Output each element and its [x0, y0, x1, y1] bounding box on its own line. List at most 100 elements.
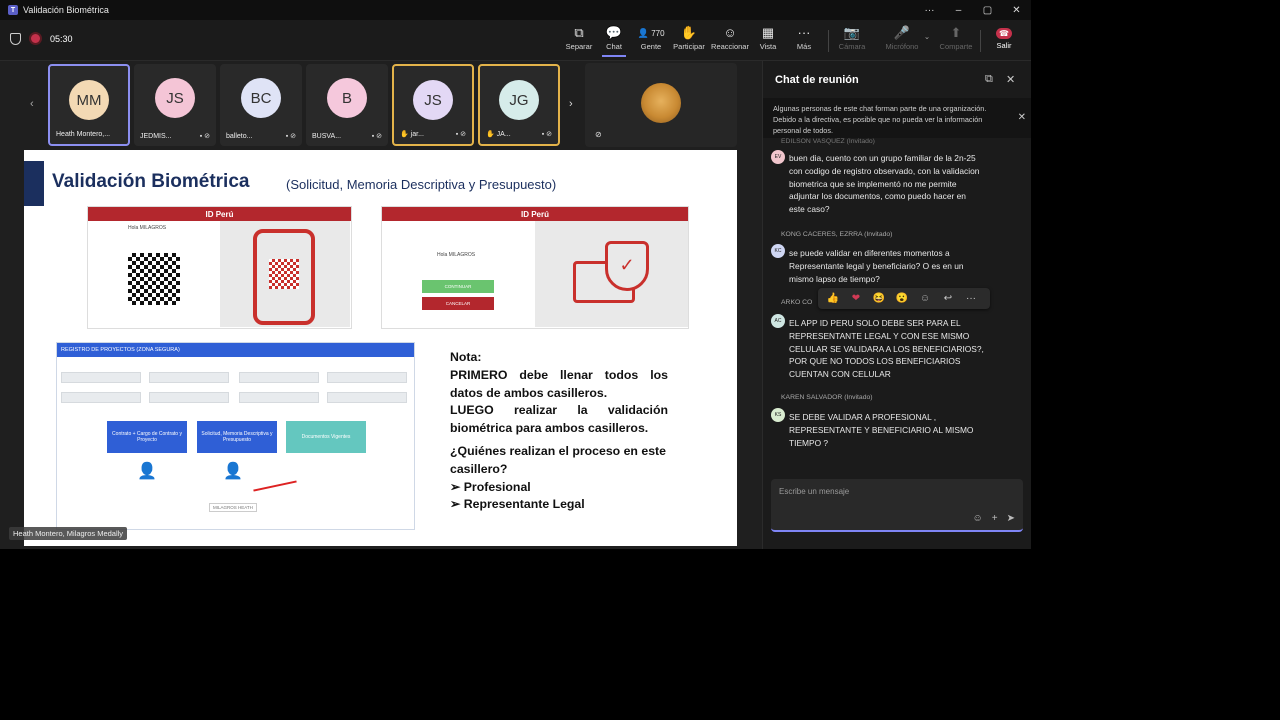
phone-hangup-icon: ☎	[996, 28, 1012, 39]
mic-muted-icon: ▪ ⊘	[371, 133, 382, 140]
ellipsis-icon: ···	[797, 25, 811, 40]
reply-icon[interactable]: ↩	[939, 293, 957, 304]
people-count: 770	[651, 29, 665, 38]
note-title: Nota:	[450, 350, 482, 364]
popout-button[interactable]: ⧉ Separar	[561, 24, 597, 51]
red-arrow	[253, 480, 297, 492]
form-field	[149, 372, 229, 383]
recording-icon	[29, 32, 42, 45]
microphone-icon: 🎤	[893, 25, 911, 40]
emoji-icon[interactable]: ☺	[973, 513, 983, 524]
bullet-item: ➢ Representante Legal	[450, 497, 585, 512]
window-title: Validación Biométrica	[23, 5, 109, 15]
qr-code	[128, 253, 180, 305]
chat-icon: 💬	[605, 25, 623, 40]
chat-panel: Chat de reunión ⧉ ✕ Algunas personas de …	[762, 61, 1031, 549]
avatar: BC	[241, 78, 281, 118]
close-window-button[interactable]: ✕	[1002, 5, 1031, 16]
app-screen-validation: ID Perú Hola MILAGROS CONTINUAR CANCELAR…	[381, 206, 689, 329]
form-field	[239, 372, 319, 383]
participant-name: balleto...	[226, 133, 253, 140]
send-icon[interactable]: ➤	[1007, 513, 1015, 524]
banner-text: Algunas personas de este chat forman par…	[773, 104, 987, 135]
tiles-prev-chevron-icon[interactable]: ‹	[30, 98, 34, 110]
maximize-button[interactable]: ▢	[973, 5, 1002, 16]
shared-slide: Validación Biométrica (Solicitud, Memori…	[24, 150, 737, 546]
close-chat-icon[interactable]: ✕	[1006, 73, 1015, 86]
chat-button[interactable]: 💬 Chat	[596, 24, 632, 57]
share-button[interactable]: ⬆ Comparte	[937, 24, 975, 51]
id-illustration: ✓	[535, 221, 688, 327]
avatar: KC	[771, 244, 785, 258]
leave-button[interactable]: ☎ Salir	[985, 25, 1023, 55]
minimize-button[interactable]: –	[944, 5, 973, 16]
teams-window: T Validación Biométrica ··· – ▢ ✕ 05:30 …	[0, 0, 1031, 549]
arrow-bullet-icon: ➢	[450, 479, 464, 494]
idperu-header: ID Perú	[88, 207, 351, 221]
more-options-icon[interactable]: ···	[915, 5, 944, 16]
toolbar-divider	[980, 30, 981, 52]
heart-icon[interactable]: ❤	[847, 293, 865, 304]
raise-hand-button[interactable]: ✋ Participar	[671, 24, 707, 51]
mic-options-chevron-icon[interactable]: ⌄	[920, 32, 934, 41]
mic-muted-icon: ▪ ⊘	[199, 133, 210, 140]
registration-header: REGISTRO DE PROYECTOS (ZONA SEGURA)	[57, 343, 414, 357]
participant-tile[interactable]: JS ✋ jar... ▪ ⊘	[392, 64, 474, 146]
message-author: EDILSON VASQUEZ (Invitado)	[781, 138, 875, 145]
add-reaction-icon[interactable]: ☺	[916, 293, 934, 304]
chat-title: Chat de reunión	[775, 74, 859, 86]
camera-button[interactable]: 📷 Cámara	[834, 24, 870, 51]
person-icon: 👤	[137, 463, 157, 480]
camera-icon: 📷	[843, 25, 861, 40]
self-video-tile[interactable]: ⊘	[585, 63, 737, 147]
plus-icon[interactable]: +	[992, 513, 998, 524]
participant-name: Heath Montero,...	[56, 131, 111, 138]
continue-button: CONTINUAR	[422, 280, 494, 293]
note-question: ¿Quiénes realizan el proceso en este cas…	[450, 443, 666, 476]
view-button[interactable]: ▦ Vista	[750, 24, 786, 51]
slide-note: Nota: PRIMERO debe llenar todos los dato…	[450, 349, 668, 514]
avatar: AC	[771, 314, 785, 328]
slide-accent-bar	[24, 161, 44, 206]
dog-avatar	[641, 83, 681, 123]
participant-tile[interactable]: B BUSVA... ▪ ⊘	[306, 64, 388, 146]
mic-muted-icon: ▪ ⊘	[455, 131, 466, 138]
microphone-button[interactable]: 🎤 Micrófono	[884, 24, 920, 51]
participant-tile[interactable]: JG ✋ JA... ▪ ⊘	[478, 64, 560, 146]
slide-title: Validación Biométrica	[52, 171, 250, 192]
phone-illustration	[220, 221, 350, 327]
more-button[interactable]: ··· Más	[786, 24, 822, 51]
people-button[interactable]: 👤 770 Gente	[633, 24, 669, 51]
contract-button: Contrato + Cargo de Contrato y Proyecto	[107, 421, 187, 453]
tiles-next-chevron-icon[interactable]: ›	[569, 98, 573, 110]
smile-icon: ☺	[723, 25, 737, 40]
mic-muted-icon: ⊘	[595, 130, 602, 139]
react-button[interactable]: ☺ Reaccionar	[711, 24, 749, 51]
compose-input[interactable]: Escribe un mensaje	[779, 487, 849, 496]
more-actions-icon[interactable]: ···	[962, 293, 980, 304]
meeting-timer: 05:30	[50, 33, 73, 44]
greeting-text: Hola MILAGROS	[128, 225, 167, 231]
avatar: JS	[155, 78, 195, 118]
qr-scan-icon	[269, 259, 299, 289]
participant-tile[interactable]: MM Heath Montero,...	[48, 64, 130, 146]
avatar: KS	[771, 408, 785, 422]
like-icon[interactable]: 👍	[824, 293, 842, 304]
laugh-icon[interactable]: 😆	[870, 293, 888, 304]
idperu-header: ID Perú	[382, 207, 688, 221]
popout-icon: ⧉	[574, 25, 584, 40]
note-line: LUEGO realizar la validación biométrica …	[450, 403, 668, 436]
surprised-icon[interactable]: 😮	[893, 293, 911, 304]
message-composer[interactable]: Escribe un mensaje ☺ + ➤	[771, 479, 1023, 532]
dismiss-banner-icon[interactable]: ✕	[1018, 112, 1026, 123]
participant-tile[interactable]: BC balleto... ▪ ⊘	[220, 64, 302, 146]
teams-logo-icon: T	[8, 5, 18, 15]
share-icon: ⬆	[950, 25, 962, 40]
raised-hand-icon: ✋	[486, 131, 495, 138]
people-icon: 👤	[637, 28, 649, 38]
popout-chat-icon[interactable]: ⧉	[985, 73, 993, 86]
documents-button: Documentos Vigentes	[286, 421, 366, 453]
avatar: EV	[771, 150, 785, 164]
participant-tile[interactable]: JS JEDMIS... ▪ ⊘	[134, 64, 216, 146]
message-author: KONG CACERES, EZRRA (Invitado)	[781, 231, 893, 238]
